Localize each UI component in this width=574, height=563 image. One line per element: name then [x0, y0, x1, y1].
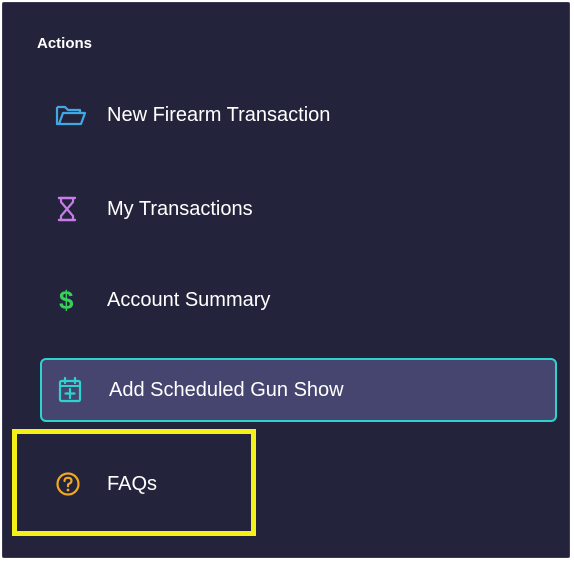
- menu-item-add-scheduled-gun-show[interactable]: Add Scheduled Gun Show: [40, 358, 557, 422]
- folder-open-icon: [55, 101, 91, 129]
- question-circle-icon: [55, 470, 91, 498]
- menu-item-label: Account Summary: [107, 288, 271, 311]
- dollar-glyph: $: [59, 285, 74, 315]
- menu-item-label: My Transactions: [107, 197, 253, 220]
- menu-item-my-transactions[interactable]: My Transactions: [40, 177, 557, 241]
- hourglass-icon: [55, 195, 91, 223]
- menu-item-label: FAQs: [107, 472, 158, 495]
- actions-panel: Actions New Firearm Transaction My Trans…: [2, 2, 570, 558]
- menu-item-faqs[interactable]: FAQs: [40, 452, 557, 516]
- menu-item-label: Add Scheduled Gun Show: [109, 378, 344, 401]
- calendar-plus-icon: [57, 376, 93, 404]
- menu-item-new-firearm-transaction[interactable]: New Firearm Transaction: [40, 83, 557, 147]
- menu-item-label: New Firearm Transaction: [107, 103, 331, 126]
- section-title: Actions: [37, 35, 93, 52]
- menu-item-account-summary[interactable]: $ Account Summary: [40, 268, 557, 332]
- dollar-icon: $: [55, 286, 91, 314]
